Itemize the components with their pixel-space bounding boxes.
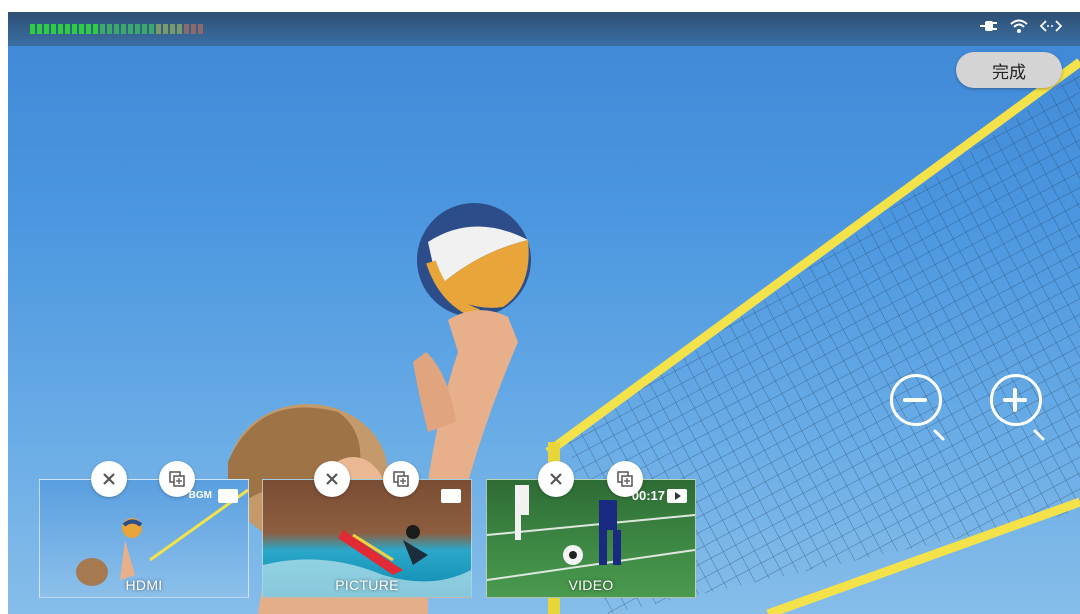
zoom-out-button[interactable] xyxy=(890,374,945,441)
meter-segment xyxy=(184,24,189,34)
source-label: HDMI xyxy=(125,577,163,593)
meter-segment xyxy=(93,24,98,34)
status-icons xyxy=(980,19,1063,37)
bgm-badge: BGM xyxy=(188,490,212,501)
wifi-icon xyxy=(1010,19,1028,37)
meter-segment xyxy=(135,24,140,34)
remove-hdmi-button[interactable] xyxy=(91,461,127,497)
zoom-in-icon xyxy=(1003,388,1045,441)
source-thumb-video[interactable]: 00:17 VIDEO xyxy=(486,479,696,598)
audio-level-meter xyxy=(30,24,203,34)
live-preview: 完成 BGM HDMI PICTURE 00:17 VIDEO xyxy=(8,12,1080,614)
meter-segment xyxy=(86,24,91,34)
network-arrows-icon xyxy=(1039,19,1063,37)
source-label: VIDEO xyxy=(568,577,614,593)
meter-segment xyxy=(58,24,63,34)
done-button[interactable]: 完成 xyxy=(956,52,1062,88)
meter-segment xyxy=(79,24,84,34)
layer-picture-button[interactable] xyxy=(383,461,419,497)
remove-video-button[interactable] xyxy=(538,461,574,497)
meter-segment xyxy=(37,24,42,34)
zoom-in-button[interactable] xyxy=(990,374,1045,441)
meter-segment xyxy=(177,24,182,34)
close-icon xyxy=(103,473,115,485)
meter-segment xyxy=(30,24,35,34)
image-icon xyxy=(441,489,461,503)
meter-segment xyxy=(191,24,196,34)
meter-segment xyxy=(100,24,105,34)
meter-segment xyxy=(65,24,70,34)
source-label: PICTURE xyxy=(335,577,399,593)
source-thumb-hdmi[interactable]: BGM HDMI xyxy=(39,479,249,598)
meter-segment xyxy=(149,24,154,34)
status-bar xyxy=(8,12,1080,46)
layer-add-icon xyxy=(617,471,633,487)
layer-video-button[interactable] xyxy=(607,461,643,497)
meter-segment xyxy=(51,24,56,34)
meter-segment xyxy=(163,24,168,34)
meter-segment xyxy=(128,24,133,34)
meter-segment xyxy=(170,24,175,34)
meter-segment xyxy=(156,24,161,34)
meter-segment xyxy=(72,24,77,34)
layer-add-icon xyxy=(169,471,185,487)
layer-add-icon xyxy=(393,471,409,487)
meter-segment xyxy=(107,24,112,34)
close-icon xyxy=(550,473,562,485)
play-icon xyxy=(667,489,687,503)
meter-segment xyxy=(114,24,119,34)
remove-picture-button[interactable] xyxy=(314,461,350,497)
power-plug-icon xyxy=(980,19,998,37)
image-icon xyxy=(218,489,238,503)
close-icon xyxy=(326,473,338,485)
zoom-out-icon xyxy=(903,398,945,441)
meter-segment xyxy=(121,24,126,34)
meter-segment xyxy=(44,24,49,34)
source-thumb-picture[interactable]: PICTURE xyxy=(262,479,472,598)
meter-segment xyxy=(142,24,147,34)
layer-hdmi-button[interactable] xyxy=(159,461,195,497)
meter-segment xyxy=(198,24,203,34)
